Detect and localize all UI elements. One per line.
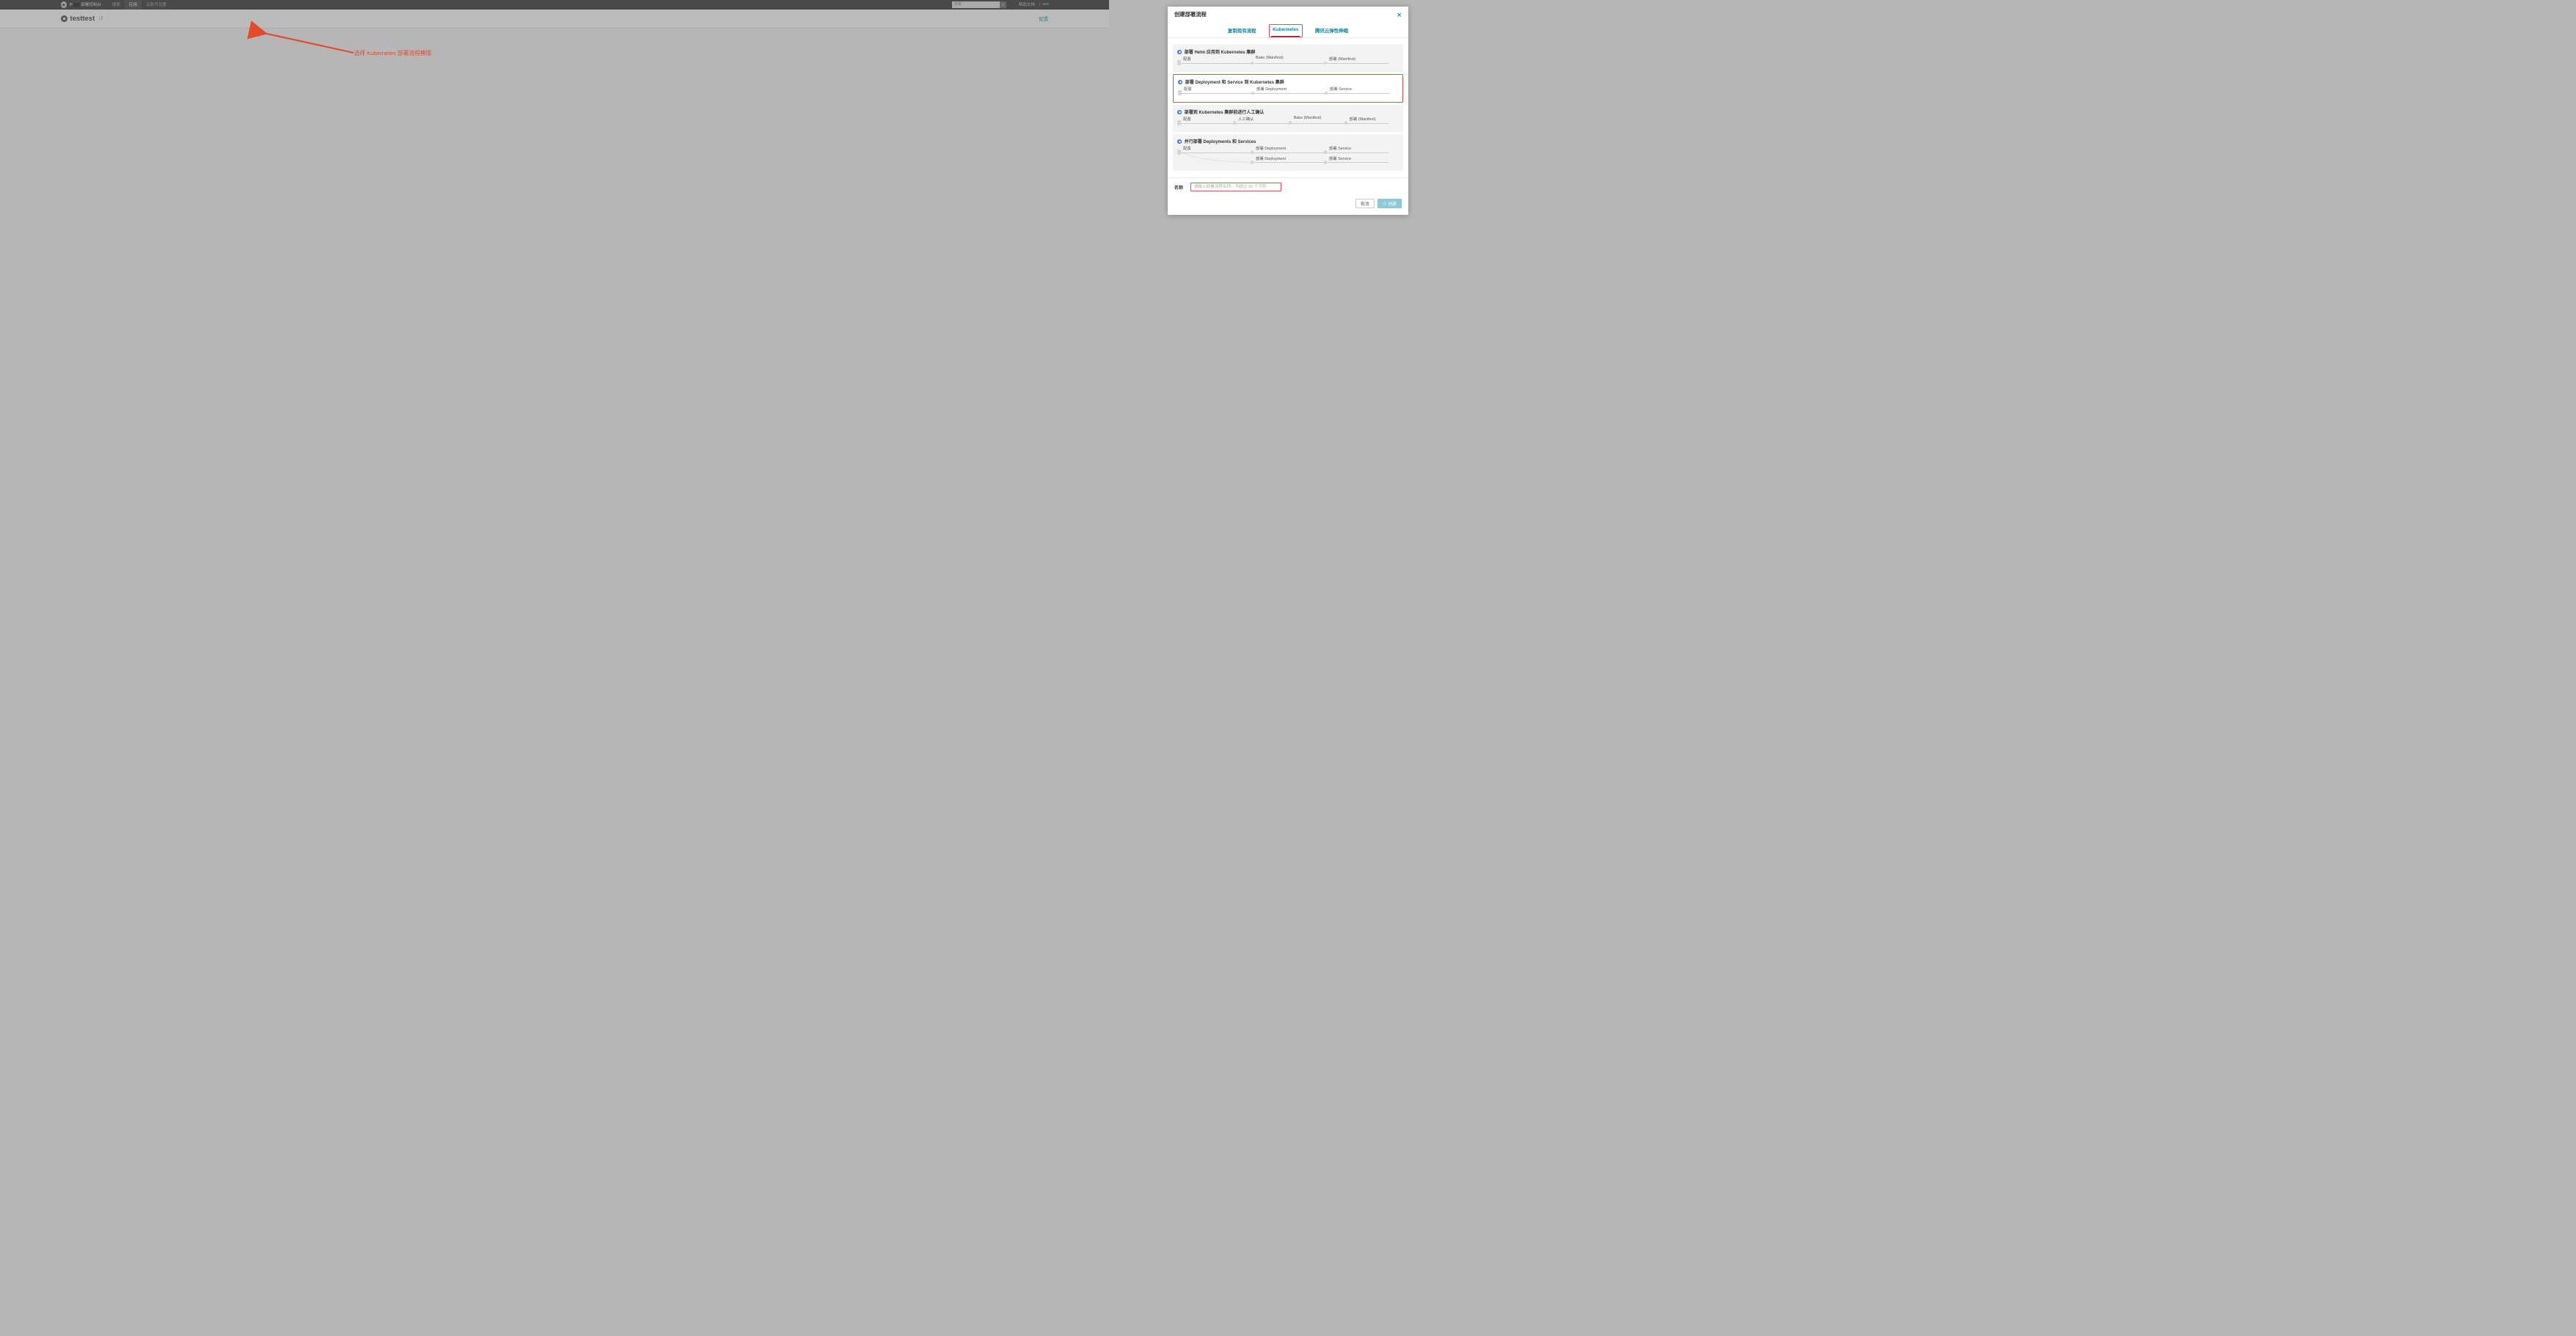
template-card-helm[interactable]: 部署 Helm 应用到 Kubernetes 集群 配置 Bake (Manif… xyxy=(1173,45,1402,72)
cancel-button[interactable]: 取消 xyxy=(1355,199,1375,208)
modal-body: 部署 Helm 应用到 Kubernetes 集群 配置 Bake (Manif… xyxy=(1168,38,1408,177)
template-flow: 配置 部署 Deployment 部署 Service xyxy=(1178,89,1397,96)
name-row: 名称 xyxy=(1168,177,1408,193)
template-title: 部署 Deployment 和 Service 到 Kubernetes 集群 xyxy=(1178,78,1397,85)
template-flow: 配置 人工确认 Bake (Manifest) 部署 (Manifest) xyxy=(1177,120,1398,126)
modal-title: 创建部署流程 xyxy=(1174,11,1207,18)
template-card-deploy-svc[interactable]: 部署 Deployment 和 Service 到 Kubernetes 集群 … xyxy=(1173,74,1402,103)
check-icon xyxy=(1383,202,1386,205)
create-button[interactable]: 创建 xyxy=(1377,199,1402,208)
template-title: 并行部署 Deployments 和 Services xyxy=(1177,138,1398,144)
template-card-manual-confirm[interactable]: 部署到 Kubernetes 集群前进行人工确认 配置 人工确认 Bake (M… xyxy=(1173,105,1402,132)
kubernetes-icon xyxy=(1177,110,1182,114)
tab-tencent-asg[interactable]: 腾讯云弹性伸缩 xyxy=(1311,24,1352,37)
pipeline-name-input[interactable] xyxy=(1190,183,1282,191)
modal-header: 创建部署流程 ✕ xyxy=(1168,7,1408,22)
tab-copy-existing[interactable]: 复制现有流程 xyxy=(1224,24,1260,37)
template-title: 部署到 Kubernetes 集群前进行人工确认 xyxy=(1177,109,1398,115)
create-pipeline-modal: 创建部署流程 ✕ 复制现有流程 Kubernetes 腾讯云弹性伸缩 部署 He… xyxy=(1168,7,1408,215)
kubernetes-icon xyxy=(1177,50,1182,54)
modal-overlay: 创建部署流程 ✕ 复制现有流程 Kubernetes 腾讯云弹性伸缩 部署 He… xyxy=(0,0,2576,1336)
modal-footer: 取消 创建 xyxy=(1168,193,1408,215)
kubernetes-icon xyxy=(1177,139,1182,144)
tab-kubernetes[interactable]: Kubernetes xyxy=(1269,24,1303,37)
kubernetes-icon xyxy=(1178,80,1182,84)
name-label: 名称 xyxy=(1174,184,1183,191)
modal-tabs: 复制现有流程 Kubernetes 腾讯云弹性伸缩 xyxy=(1168,22,1408,38)
template-title: 部署 Helm 应用到 Kubernetes 集群 xyxy=(1177,48,1398,55)
template-flow: 配置 Bake (Manifest) 部署 (Manifest) xyxy=(1177,59,1398,66)
template-card-parallel[interactable]: 并行部署 Deployments 和 Services 配置 部署 Deploy… xyxy=(1173,134,1402,170)
template-flow: 配置 部署 Deployment 部署 Service 部署 Deploymen… xyxy=(1177,149,1398,165)
close-icon[interactable]: ✕ xyxy=(1397,12,1401,18)
